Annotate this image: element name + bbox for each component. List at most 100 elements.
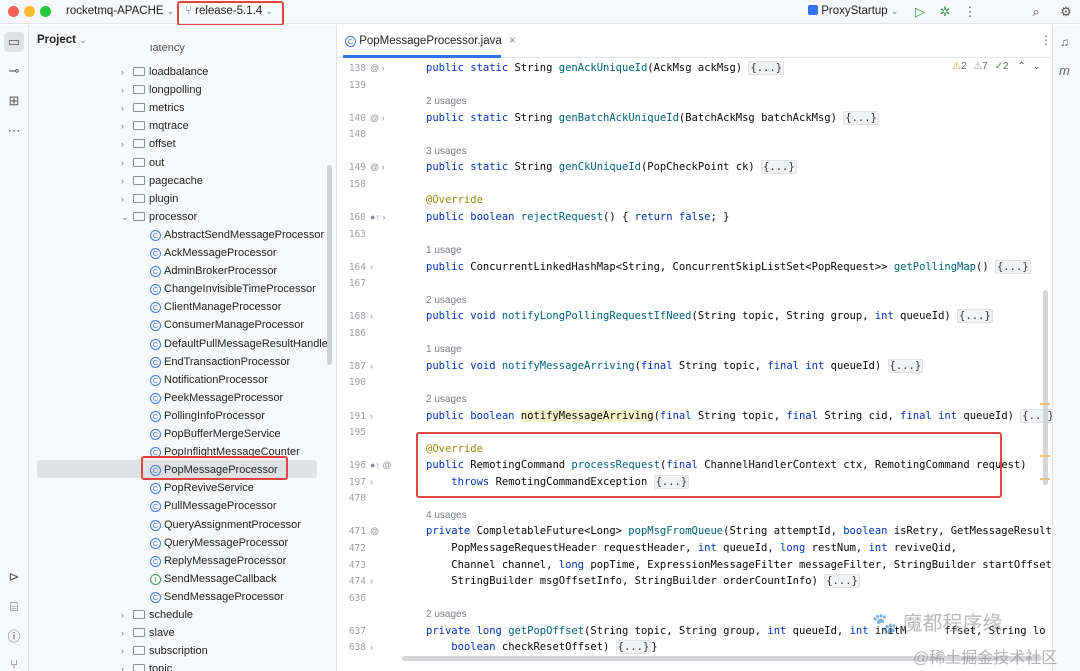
usages-hint[interactable]: 2 usages <box>426 295 467 306</box>
usages-hint[interactable]: 1 usage <box>426 344 462 355</box>
gutter-markers[interactable]: ●↑ @ <box>370 460 400 470</box>
gear-icon[interactable]: ⚙ <box>1058 3 1074 21</box>
tree-folder[interactable]: › slave <box>121 624 175 642</box>
tree-file[interactable]: C ChangeInvisibleTimeProcessor <box>150 280 316 298</box>
tree-file[interactable]: C AdminBrokerProcessor <box>150 262 277 280</box>
chevron-right-icon[interactable]: › <box>121 172 133 190</box>
tab-options-icon[interactable]: ⋮ <box>1040 33 1052 47</box>
commit-icon[interactable]: ⊸ <box>4 61 24 81</box>
gutter-markers[interactable]: @ › <box>370 162 400 172</box>
folded-code-region[interactable]: {...} <box>748 61 785 75</box>
folded-code-region[interactable]: {...} <box>761 160 797 175</box>
chevron-up-icon[interactable]: ⌃ <box>1017 61 1025 72</box>
zoom-window-button[interactable] <box>40 6 51 17</box>
gutter-markers[interactable]: @ › <box>370 113 400 123</box>
tree-file[interactable]: C QueryAssignmentProcessor <box>150 516 301 534</box>
folded-code-region[interactable]: {...} <box>615 640 652 655</box>
more-actions-icon[interactable]: ⋮ <box>962 3 978 21</box>
code-line[interactable]: public void notifyMessageArriving(final … <box>426 358 924 373</box>
run-config-selector[interactable]: ProxyStartup ⌄ <box>808 5 898 17</box>
code-line[interactable]: public ConcurrentLinkedHashMap<String, C… <box>426 259 1031 274</box>
tree-folder[interactable]: › plugin <box>121 190 178 208</box>
chevron-right-icon[interactable]: › <box>121 154 133 172</box>
tree-folder[interactable]: › offset <box>121 135 176 153</box>
gutter-markers[interactable]: › <box>370 411 400 421</box>
tree-file[interactable]: C AbstractSendMessageProcessor <box>150 226 324 244</box>
tree-file[interactable]: C ReplyMessageProcessor <box>150 552 286 570</box>
tree-file[interactable]: C ConsumerManageProcessor <box>150 316 304 334</box>
usages-hint[interactable]: 2 usages <box>426 96 467 107</box>
close-window-button[interactable] <box>8 6 19 17</box>
code-line[interactable]: public boolean notifyMessageArriving(fin… <box>426 408 1056 423</box>
chevron-right-icon[interactable]: › <box>121 606 133 624</box>
structure-icon[interactable]: ⊞ <box>4 91 24 111</box>
gutter-markers[interactable]: ●↑ › <box>370 212 400 222</box>
chevron-down-icon[interactable]: ⌄ <box>121 208 133 226</box>
gutter-markers[interactable]: › <box>370 477 400 487</box>
notifications-icon[interactable]: ♫ <box>1060 35 1069 49</box>
code-line[interactable]: StringBuilder msgOffsetInfo, StringBuild… <box>426 574 860 589</box>
code-line[interactable]: private CompletableFuture<Long> popMsgFr… <box>426 525 1080 537</box>
tree-folder[interactable]: › out <box>121 154 164 172</box>
tree-file[interactable]: C NotificationProcessor <box>150 371 268 389</box>
terminal-icon[interactable]: ⌸ <box>4 597 24 617</box>
tree-file[interactable]: C PopBufferMergeService <box>150 425 281 443</box>
chevron-right-icon[interactable]: › <box>121 81 133 99</box>
tree-folder[interactable]: › schedule <box>121 606 193 624</box>
tree-folder[interactable]: › metrics <box>121 99 184 117</box>
problems-icon[interactable]: ⓘ <box>4 627 24 647</box>
code-line[interactable]: public boolean rejectRequest() { return … <box>426 211 729 223</box>
chevron-right-icon[interactable]: › <box>121 117 133 135</box>
chevron-right-icon[interactable]: › <box>121 63 133 81</box>
chevron-right-icon[interactable]: › <box>121 135 133 153</box>
tree-file[interactable]: C PopReviveService <box>150 479 254 497</box>
tab-pop-message-processor[interactable]: C PopMessageProcessor.java × <box>345 25 516 58</box>
minimize-window-button[interactable] <box>24 6 35 17</box>
gutter-markers[interactable]: › <box>370 576 400 586</box>
tree-file[interactable]: C PeekMessageProcessor <box>150 389 283 407</box>
gutter-markers[interactable]: › <box>370 262 400 272</box>
usages-hint[interactable]: 2 usages <box>426 394 467 405</box>
tree-folder[interactable]: › mqtrace <box>121 117 189 135</box>
chevron-down-icon[interactable]: ⌄ <box>1033 61 1041 72</box>
code-line[interactable]: public static String genAckUniqueId(AckM… <box>426 61 785 75</box>
folded-code-region[interactable]: {...} <box>957 309 993 324</box>
usages-hint[interactable]: 1 usage <box>426 245 462 256</box>
folded-code-region[interactable]: {...} <box>843 110 879 125</box>
gutter-markers[interactable]: @ <box>370 526 400 536</box>
gutter-markers[interactable]: @ › <box>370 63 400 73</box>
code-line[interactable]: Channel channel, long popTime, Expressio… <box>426 559 1080 571</box>
code-line[interactable]: boolean checkResetOffset) {...}} <box>426 640 658 655</box>
usages-hint[interactable]: 4 usages <box>426 510 467 521</box>
chevron-right-icon[interactable]: › <box>121 660 133 671</box>
gutter-markers[interactable]: › <box>370 311 400 321</box>
code-line[interactable]: public void notifyLongPollingRequestIfNe… <box>426 309 993 324</box>
debug-icon[interactable]: ✲ <box>937 3 953 21</box>
code-line[interactable]: public static String genCkUniqueId(PopCh… <box>426 160 797 175</box>
tree-file[interactable]: C EndTransactionProcessor <box>150 353 290 371</box>
git-icon[interactable]: ⑂ <box>4 655 24 671</box>
tree-file[interactable]: I SendMessageCallback <box>150 570 277 588</box>
tree-file[interactable]: C ClientManageProcessor <box>150 298 281 316</box>
project-folder-icon[interactable]: ▭ <box>4 32 24 52</box>
code-line[interactable]: public static String genBatchAckUniqueId… <box>426 110 879 125</box>
folded-code-region[interactable]: {...} <box>887 358 924 373</box>
tree-file[interactable]: C QueryMessageProcessor <box>150 534 288 552</box>
chevron-right-icon[interactable]: › <box>121 642 133 660</box>
tree-folder[interactable]: › loadbalance <box>121 63 208 81</box>
folded-code-region[interactable]: {...} <box>824 574 860 589</box>
chevron-right-icon[interactable]: › <box>121 190 133 208</box>
gutter-markers[interactable]: › <box>370 642 400 652</box>
folded-code-region[interactable]: {...} <box>1020 408 1056 423</box>
tree-folder[interactable]: › topic <box>121 660 172 671</box>
close-icon[interactable]: × <box>509 35 516 47</box>
tree-file[interactable]: C PollingInfoProcessor <box>150 407 265 425</box>
search-icon[interactable]: ⌕ <box>1028 3 1044 21</box>
tree-folder[interactable]: › pagecache <box>121 172 203 190</box>
code-line[interactable]: PopMessageRequestHeader requestHeader, i… <box>426 542 957 554</box>
tree-file[interactable]: C PullMessageProcessor <box>150 497 277 515</box>
tree-folder[interactable]: › subscription <box>121 642 208 660</box>
code-line[interactable]: @Override <box>426 194 483 206</box>
project-switcher[interactable]: rocketmq-APACHE ⌄ <box>66 5 174 17</box>
project-tree-scrollbar[interactable] <box>327 165 332 365</box>
